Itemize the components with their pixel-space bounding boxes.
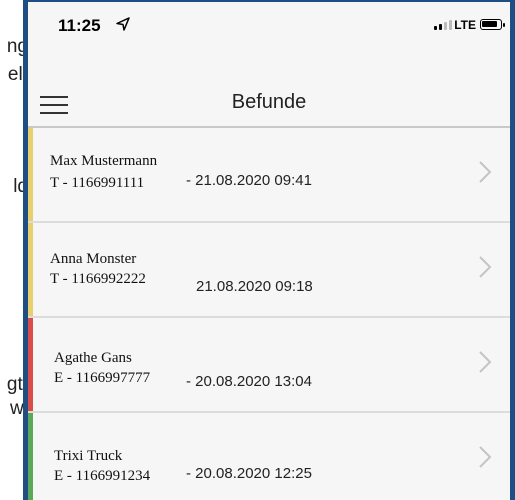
signal-strength-icon [434,20,452,30]
page-title: Befunde [231,91,307,113]
finding-date: - 20.08.2020 13:04 [186,373,312,390]
phone-screen: 11:25 LTE Befunde Max Mustermann T - 116… [23,0,515,500]
chevron-right-icon [479,256,492,278]
list-item[interactable]: Max Mustermann T - 1166991111 - 21.08.20… [28,128,510,223]
patient-id: T - 1166991111 [50,175,145,191]
list-item[interactable]: Agathe Gans E - 1166997777 - 20.08.2020 … [28,318,510,413]
patient-name: Anna Monster [50,251,137,267]
patient-id: E - 1166991234 [54,468,151,484]
status-bar: 11:25 LTE [28,2,510,46]
status-stripe [28,223,33,316]
status-stripe [28,128,33,221]
location-arrow-icon [116,17,130,31]
chevron-right-icon [479,351,492,373]
finding-date: 21.08.2020 09:18 [196,278,313,295]
status-stripe [28,413,33,500]
status-time: 11:25 [58,16,101,35]
chevron-right-icon [479,161,492,183]
navigation-bar: Befunde [28,46,510,128]
status-stripe [28,318,33,411]
patient-id: E - 1166997777 [54,370,151,386]
list-item[interactable]: Anna Monster T - 1166992222 21.08.2020 0… [28,223,510,318]
patient-id: T - 1166992222 [50,271,146,287]
findings-list: Max Mustermann T - 1166991111 - 21.08.20… [28,128,510,500]
patient-name: Agathe Gans [54,350,132,366]
list-item[interactable]: Trixi Truck E - 1166991234 - 20.08.2020 … [28,413,510,500]
finding-date: - 20.08.2020 12:25 [186,465,312,482]
patient-name: Trixi Truck [54,448,123,464]
network-type: LTE [454,18,476,32]
patient-name: Max Mustermann [50,153,158,169]
finding-date: - 21.08.2020 09:41 [186,172,312,189]
chevron-right-icon [479,446,492,468]
battery-icon [480,19,505,30]
